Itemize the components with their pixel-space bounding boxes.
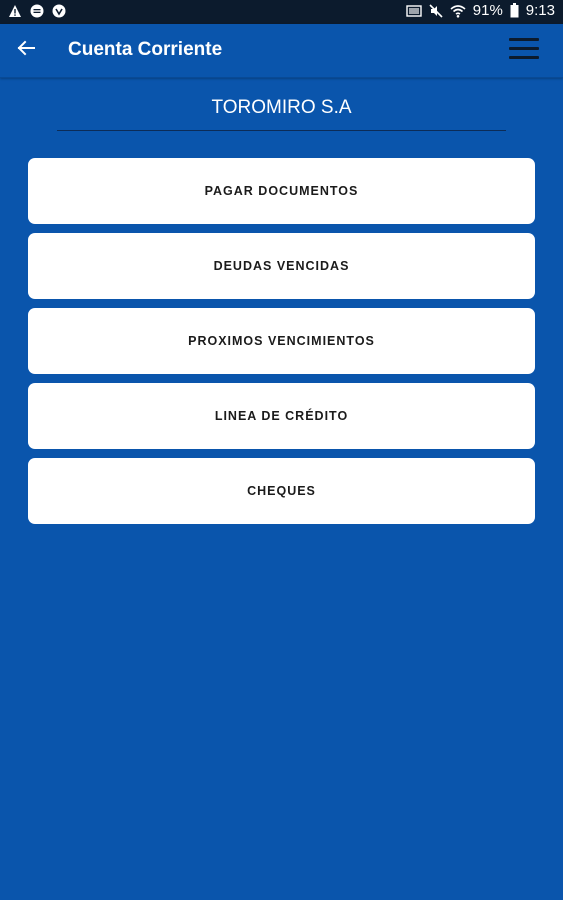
status-bar: 91% 9:13 (0, 0, 563, 24)
battery-icon (510, 3, 519, 18)
company-name: TOROMIRO S.A (211, 97, 352, 118)
app-bar: Cuenta Corriente (0, 24, 563, 78)
cheques-button[interactable]: CHEQUES (28, 458, 535, 524)
button-label: PAGAR DOCUMENTOS (204, 184, 359, 198)
button-label: PROXIMOS VENCIMIENTOS (188, 334, 375, 348)
deudas-vencidas-button[interactable]: DEUDAS VENCIDAS (28, 233, 535, 299)
message-icon (30, 4, 44, 18)
system-status: 91% 9:13 (406, 2, 555, 19)
notification-icons (8, 4, 66, 18)
menu-list: PAGAR DOCUMENTOS DEUDAS VENCIDAS PROXIMO… (28, 158, 535, 533)
menu-button[interactable] (509, 38, 541, 62)
wifi-icon (450, 4, 466, 18)
hamburger-line (509, 47, 539, 50)
cast-icon (406, 4, 422, 18)
button-label: DEUDAS VENCIDAS (213, 259, 350, 273)
app-notification-icon (52, 4, 66, 18)
divider (57, 130, 506, 131)
button-label: CHEQUES (247, 484, 316, 498)
arrow-left-icon (17, 40, 35, 61)
battery-percent: 91% (472, 2, 503, 19)
button-label: LINEA DE CRÉDITO (214, 409, 349, 423)
pagar-documentos-button[interactable]: PAGAR DOCUMENTOS (28, 158, 535, 224)
page-title: Cuenta Corriente (68, 39, 223, 60)
mute-icon (429, 3, 443, 18)
warning-icon (8, 4, 22, 18)
hamburger-line (509, 56, 539, 59)
back-button[interactable] (8, 32, 44, 68)
hamburger-line (509, 38, 539, 41)
linea-de-credito-button[interactable]: LINEA DE CRÉDITO (28, 383, 535, 449)
clock: 9:13 (525, 2, 555, 19)
proximos-vencimientos-button[interactable]: PROXIMOS VENCIMIENTOS (28, 308, 535, 374)
